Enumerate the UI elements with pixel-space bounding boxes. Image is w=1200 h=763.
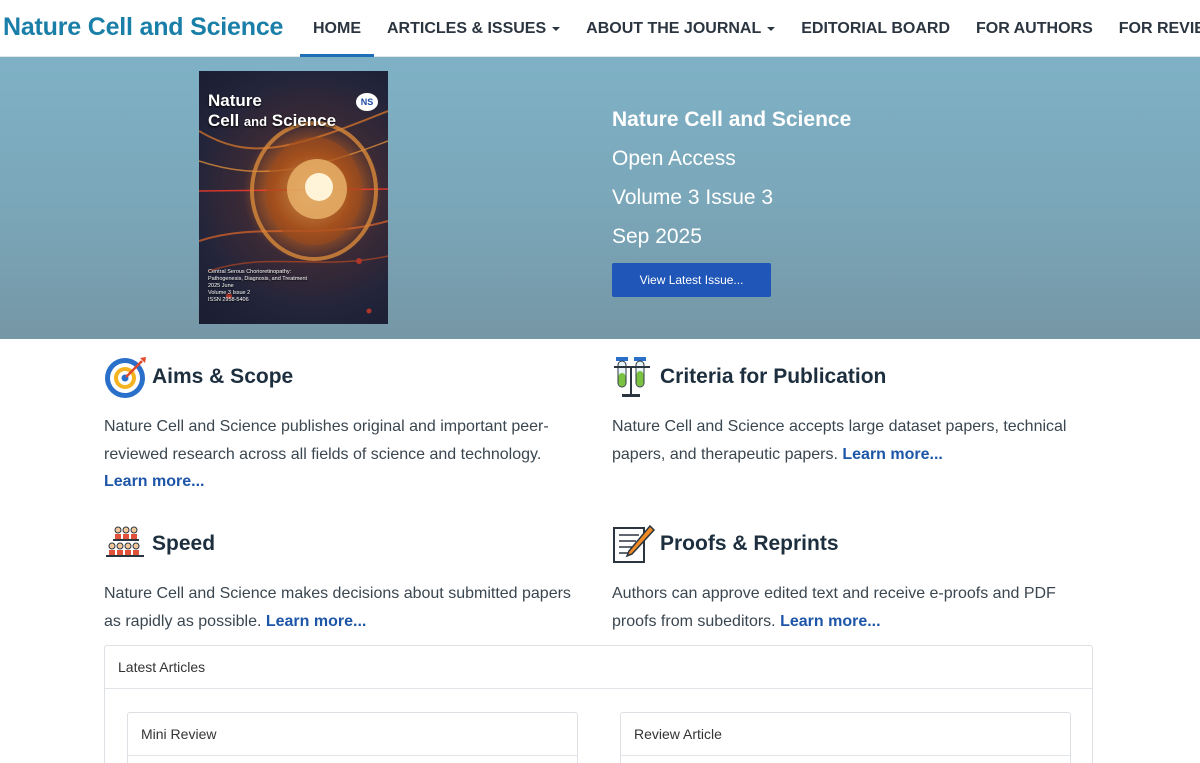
- hero-issue: Volume 3 Issue 3: [612, 186, 774, 209]
- cover-title-line1: Nature: [208, 91, 262, 110]
- learn-more-link[interactable]: Learn more...: [780, 613, 880, 630]
- nav-for-reviewers-label: FOR REVIEWERS: [1118, 19, 1200, 37]
- people-meeting-icon: [106, 526, 144, 557]
- cover-title-and: and: [243, 114, 268, 129]
- hero-info: Nature Cell and Science Open Access Volu…: [612, 106, 851, 262]
- article-type: Mini Review: [128, 713, 577, 756]
- article-card[interactable]: Review Article: [620, 712, 1071, 763]
- feature-title: Aims & Scope: [152, 365, 294, 388]
- cover-title-science: Science: [271, 111, 337, 130]
- hero-journal-name: Nature Cell and Science: [612, 108, 852, 131]
- nav-home-label: HOME: [313, 19, 361, 37]
- journal-logo-icon: NS: [356, 93, 378, 111]
- target-icon: [105, 357, 146, 398]
- feature-header: Proofs & Reprints: [612, 522, 1092, 566]
- feature-title: Speed: [152, 532, 216, 555]
- learn-more-link[interactable]: Learn more...: [104, 473, 204, 490]
- view-latest-issue-button[interactable]: View Latest Issue...: [612, 263, 771, 297]
- nav-editorial-board[interactable]: EDITORIAL BOARD: [788, 0, 963, 57]
- hero-open-access: Open Access: [612, 147, 736, 170]
- article-card[interactable]: Mini Review: [127, 712, 578, 763]
- cover-caption-line: Volume 3 Issue 2: [208, 290, 251, 296]
- hero-banner: Nature Cell and Science NS Central Serou…: [0, 57, 1200, 339]
- feature-description: Authors can approve edited text and rece…: [612, 580, 1092, 635]
- feature-aims-scope: Aims & Scope Nature Cell and Science pub…: [104, 355, 584, 496]
- feature-header: Criteria for Publication: [612, 355, 1092, 399]
- site-logo[interactable]: Nature Cell and Science: [3, 13, 283, 42]
- nav-for-reviewers[interactable]: FOR REVIEWERS: [1106, 0, 1200, 57]
- nav-articles-issues[interactable]: ARTICLES & ISSUES: [374, 0, 573, 57]
- latest-articles-panel: Latest Articles Mini Review Review Artic…: [104, 645, 1093, 763]
- article-type: Review Article: [621, 713, 1070, 756]
- feature-description: Nature Cell and Science makes decisions …: [104, 580, 584, 635]
- cover-caption-line: 2025 June: [208, 283, 234, 289]
- cover-caption: Central Serous Chorioretinopathy: Pathog…: [208, 269, 378, 304]
- feature-text: Nature Cell and Science publishes origin…: [104, 418, 549, 463]
- main-nav: HOME ARTICLES & ISSUES ABOUT THE JOURNAL…: [300, 0, 1200, 57]
- nav-about-journal[interactable]: ABOUT THE JOURNAL: [573, 0, 788, 57]
- nav-editorial-board-label: EDITORIAL BOARD: [801, 19, 950, 37]
- nav-about-journal-label: ABOUT THE JOURNAL: [586, 19, 762, 37]
- nav-for-authors[interactable]: FOR AUTHORS: [963, 0, 1106, 57]
- cover-title-line2: Cell and Science: [208, 111, 336, 132]
- feature-title: Criteria for Publication: [660, 365, 887, 388]
- cover-caption-line: Central Serous Chorioretinopathy:: [208, 269, 292, 275]
- test-tubes-icon: [614, 357, 650, 397]
- nav-articles-issues-label: ARTICLES & ISSUES: [387, 19, 547, 37]
- nav-home[interactable]: HOME: [300, 0, 374, 57]
- nav-for-authors-label: FOR AUTHORS: [976, 19, 1093, 37]
- feature-header: Speed: [104, 522, 584, 566]
- caret-down-icon: [552, 26, 561, 31]
- feature-criteria: Criteria for Publication Nature Cell and…: [612, 355, 1092, 468]
- hero-date: Sep 2025: [612, 225, 702, 248]
- cover-title-cell: Cell: [208, 111, 240, 130]
- cover-title: Nature Cell and Science: [208, 91, 336, 132]
- feature-title: Proofs & Reprints: [660, 532, 839, 555]
- cover-caption-line: ISSN 2958-5406: [208, 297, 249, 303]
- journal-cover-image[interactable]: Nature Cell and Science NS Central Serou…: [199, 71, 388, 324]
- feature-proofs-reprints: Proofs & Reprints Authors can approve ed…: [612, 522, 1092, 635]
- learn-more-link[interactable]: Learn more...: [842, 446, 942, 463]
- learn-more-link[interactable]: Learn more...: [266, 613, 366, 630]
- cover-caption-line: Pathogenesis, Diagnosis, and Treatment: [208, 276, 308, 282]
- feature-description: Nature Cell and Science publishes origin…: [104, 413, 584, 496]
- feature-description: Nature Cell and Science accepts large da…: [612, 413, 1092, 468]
- document-pen-icon: [613, 524, 656, 563]
- feature-header: Aims & Scope: [104, 355, 584, 399]
- caret-down-icon: [767, 26, 776, 31]
- site-header: Nature Cell and Science HOME ARTICLES & …: [0, 0, 1200, 57]
- feature-speed: Speed Nature Cell and Science makes deci…: [104, 522, 584, 635]
- feature-text: Nature Cell and Science accepts large da…: [612, 418, 1067, 463]
- latest-articles-heading: Latest Articles: [105, 646, 1092, 689]
